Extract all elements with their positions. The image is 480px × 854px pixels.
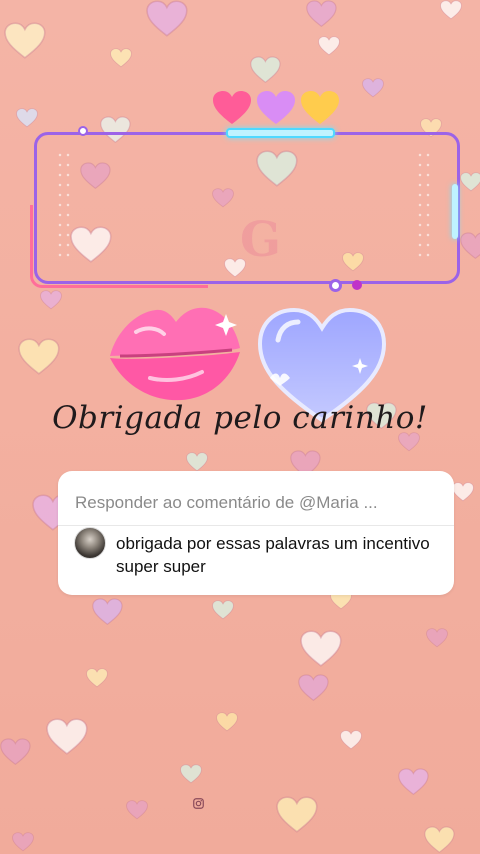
background-heart-icon: [216, 712, 238, 732]
background-heart-icon: [250, 56, 281, 84]
background-heart-icon: [424, 826, 455, 854]
kiss-lips-icon: [110, 307, 240, 401]
background-heart-icon: [146, 0, 188, 38]
top-hearts: [212, 90, 344, 128]
background-heart-icon: [18, 338, 60, 376]
violet-heart-icon: [257, 91, 295, 124]
background-heart-icon: [340, 730, 362, 750]
background-heart-icon: [212, 600, 234, 620]
background-heart-icon: [16, 108, 38, 128]
background-heart-icon: [460, 232, 480, 260]
frame-dot: [78, 126, 88, 136]
background-heart-icon: [12, 832, 34, 852]
frame-right-glow: [452, 184, 458, 239]
background-heart-icon: [318, 36, 340, 56]
reply-comment-card[interactable]: Responder ao comentário de @Maria ... ob…: [58, 471, 454, 595]
background-heart-icon: [300, 630, 342, 668]
instagram-icon: [193, 798, 204, 809]
background-heart-icon: [40, 290, 62, 310]
yellow-heart-icon: [301, 91, 339, 124]
watermark-letter: G: [240, 212, 281, 268]
background-heart-icon: [186, 452, 208, 472]
background-heart-icon: [298, 674, 329, 702]
divider: [58, 525, 454, 526]
background-heart-icon: [86, 668, 108, 688]
comment-text: obrigada por essas palavras um incentivo…: [116, 534, 430, 576]
frame-top-glow: [226, 128, 335, 138]
background-heart-icon: [180, 764, 202, 784]
avatar: [74, 527, 106, 559]
background-heart-icon: [46, 718, 88, 756]
background-heart-icon: [426, 628, 448, 648]
reply-header: Responder ao comentário de @Maria ...: [75, 493, 378, 512]
background-heart-icon: [440, 0, 462, 20]
background-heart-icon: [460, 172, 480, 192]
background-heart-icon: [126, 800, 148, 820]
background-heart-icon: [110, 48, 132, 68]
background-heart-icon: [306, 0, 337, 28]
pink-heart-icon: [213, 91, 251, 124]
background-heart-icon: [398, 768, 429, 796]
frame-dot: [329, 279, 342, 292]
thank-you-text: Obrigada pelo carinho!: [52, 400, 428, 436]
background-heart-icon: [276, 796, 318, 834]
frame-dot: [352, 280, 362, 290]
background-heart-icon: [362, 78, 384, 98]
background-heart-icon: [92, 598, 123, 626]
background-heart-icon: [452, 482, 474, 502]
background-heart-icon: [4, 22, 46, 60]
frame-left-accent: [30, 205, 208, 288]
background-heart-icon: [0, 738, 31, 766]
